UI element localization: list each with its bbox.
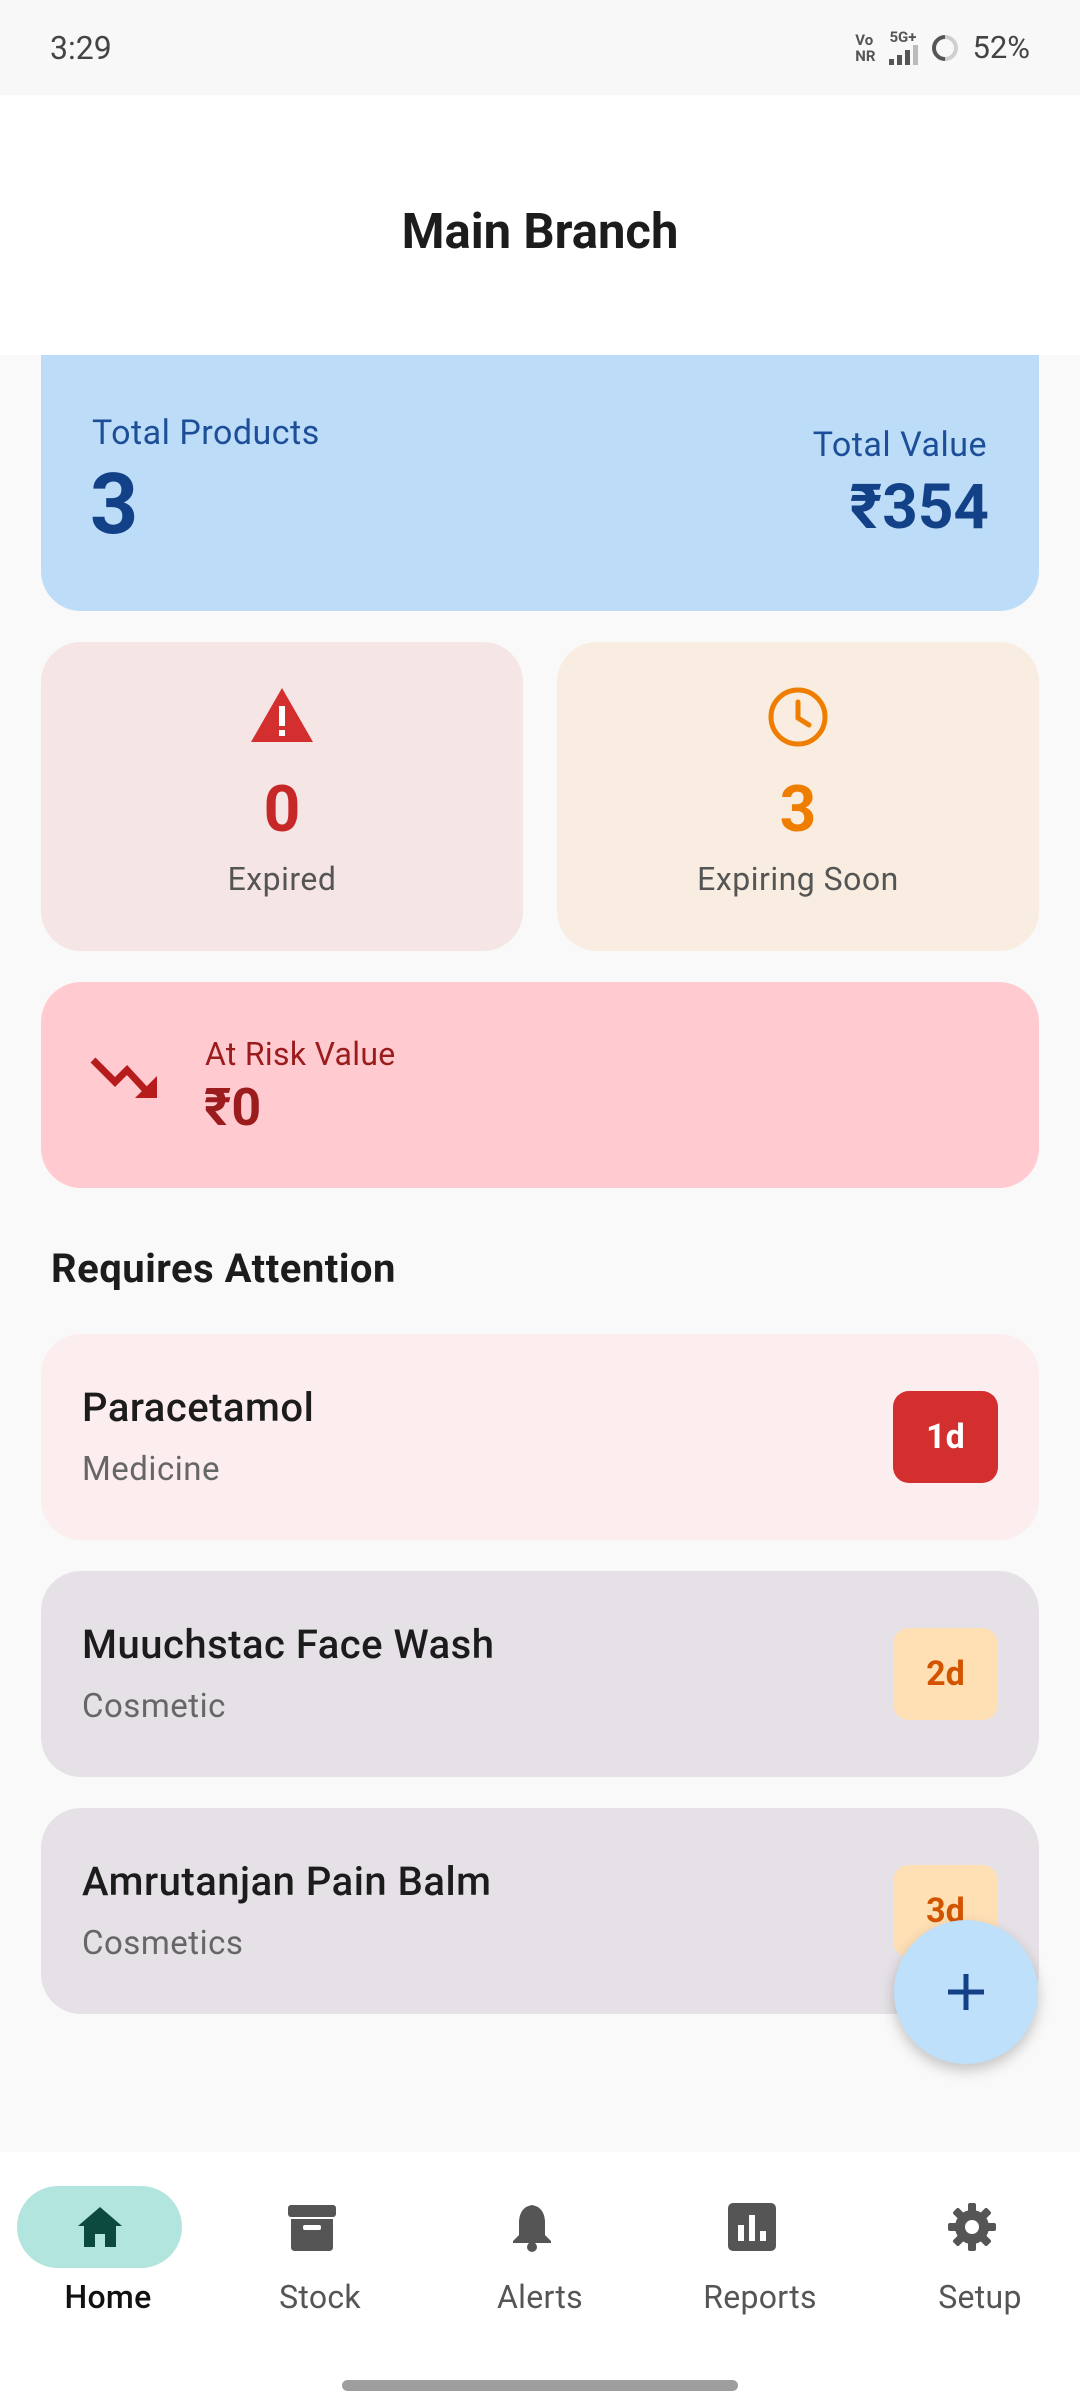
expiring-soon-count: 3 — [779, 772, 817, 847]
gear-icon — [947, 2203, 996, 2251]
expired-count: 0 — [263, 772, 301, 847]
expiry-badge: 2d — [893, 1628, 998, 1720]
total-products-value: 3 — [90, 455, 139, 554]
item-name: Muuchstac Face Wash — [82, 1621, 495, 1668]
item-name: Amrutanjan Pain Balm — [82, 1858, 492, 1905]
expiry-badge: 1d — [893, 1391, 998, 1483]
battery-icon — [927, 29, 964, 66]
item-name: Paracetamol — [82, 1384, 315, 1431]
nav-alerts[interactable]: Alerts — [432, 2152, 648, 2352]
plus-icon — [948, 1974, 984, 2010]
signal-icon — [889, 45, 919, 65]
volte-indicator: Vo NR — [855, 30, 876, 65]
status-time: 3:29 — [50, 28, 112, 67]
gesture-handle[interactable] — [342, 2380, 738, 2391]
summary-card: Total Products 3 Total Value ₹354 — [41, 355, 1039, 611]
battery-percent: 52% — [972, 29, 1030, 66]
nav-home-indicator — [17, 2186, 182, 2268]
status-bar: 3:29 Vo NR 5G+ 52% — [0, 0, 1080, 95]
at-risk-value: ₹0 — [204, 1077, 262, 1138]
expiring-soon-card[interactable]: 3 Expiring Soon — [557, 642, 1039, 951]
bottom-navigation: Home Stock Alerts Reports Setup — [0, 2152, 1080, 2408]
expired-card[interactable]: 0 Expired — [41, 642, 523, 951]
total-value-label: Total Value — [812, 425, 987, 465]
attention-item[interactable]: Muuchstac Face Wash Cosmetic 2d — [41, 1571, 1039, 1777]
nav-reports[interactable]: Reports — [652, 2152, 868, 2352]
nav-label: Home — [64, 2278, 152, 2316]
nav-stock[interactable]: Stock — [212, 2152, 428, 2352]
bar-chart-icon — [727, 2203, 776, 2251]
expiring-soon-label: Expiring Soon — [697, 860, 899, 898]
attention-item[interactable]: Amrutanjan Pain Balm Cosmetics 3d — [41, 1808, 1039, 2014]
item-category: Medicine — [82, 1450, 220, 1489]
clock-icon — [557, 686, 1039, 748]
app-header: Main Branch — [0, 95, 1080, 355]
nav-label: Reports — [703, 2278, 817, 2316]
at-risk-card[interactable]: At Risk Value ₹0 — [41, 982, 1039, 1188]
nav-home[interactable]: Home — [0, 2152, 216, 2352]
nav-label: Alerts — [496, 2278, 584, 2316]
bell-icon — [512, 2205, 551, 2252]
item-category: Cosmetics — [82, 1924, 244, 1963]
archive-box-icon — [287, 2205, 336, 2251]
home-icon — [77, 2207, 122, 2247]
nav-setup[interactable]: Setup — [872, 2152, 1080, 2352]
expired-label: Expired — [227, 860, 337, 898]
add-product-fab[interactable] — [894, 1920, 1038, 2064]
status-icons: Vo NR 5G+ 52% — [855, 29, 1030, 66]
warning-triangle-icon — [41, 686, 523, 744]
attention-item[interactable]: Paracetamol Medicine 1d — [41, 1334, 1039, 1540]
item-category: Cosmetic — [82, 1687, 226, 1726]
nav-label: Setup — [938, 2278, 1022, 2316]
at-risk-label: At Risk Value — [205, 1035, 396, 1073]
trending-down-icon — [89, 1054, 161, 1110]
total-value-amount: ₹354 — [849, 471, 989, 544]
nav-label: Stock — [279, 2278, 361, 2316]
total-products-label: Total Products — [92, 413, 320, 453]
requires-attention-heading: Requires Attention — [51, 1245, 396, 1292]
network-indicator: 5G+ — [889, 30, 919, 65]
page-title: Main Branch — [401, 202, 679, 260]
